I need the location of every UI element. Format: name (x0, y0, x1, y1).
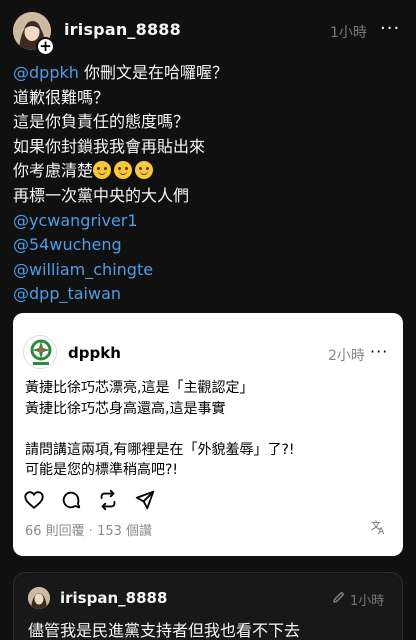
share-icon[interactable] (134, 489, 156, 513)
post-line: @dppkh 你刪文是在哈囉喔？ (13, 63, 228, 82)
mention-link[interactable]: @dpp_taiwan (13, 282, 403, 307)
author-avatar[interactable]: + (13, 12, 55, 56)
slightly-smiling-face-icon (114, 161, 133, 180)
quoted-actions-bar (23, 489, 156, 513)
mention-link[interactable]: @dppkh (13, 63, 79, 82)
quoted-post-card[interactable]: dppkh 2小時 ··· 黃捷比徐巧芯漂亮,這是「主觀認定」 黃捷比徐巧芯身高… (13, 313, 403, 556)
edited-pencil-icon (333, 591, 345, 603)
author-username[interactable]: irispan_8888 (64, 20, 181, 39)
quoted-line-blank (25, 419, 395, 440)
post-timestamp: 1小時 (330, 25, 367, 41)
quoted-line: 可能是您的標準稍高吧?! (25, 462, 179, 478)
reply-avatar[interactable] (28, 587, 50, 609)
like-icon[interactable] (23, 489, 45, 513)
quoted-post-stats[interactable]: 66 則回覆 · 153 個讚 (25, 520, 152, 539)
quoted-line: 黃捷比徐巧芯身高還高,這是事實 (25, 400, 226, 417)
svg-text:A: A (378, 527, 385, 535)
reply-body: 儘管我是民進黨支持者但我也看不下去 (28, 621, 301, 640)
mention-link[interactable]: @54wucheng (13, 233, 403, 258)
post-line: 道歉很難嗎？ (13, 87, 110, 107)
mention-link[interactable]: @ycwangriver1 (13, 209, 403, 234)
translate-icon[interactable]: 文A (371, 519, 387, 539)
quoted-post-body: 黃捷比徐巧芯漂亮,這是「主觀認定」 黃捷比徐巧芯身高還高,這是事實 請問講這兩項… (25, 378, 395, 481)
reply-author-username[interactable]: irispan_8888 (60, 589, 167, 607)
post-line: 再標一次黨中央的大人們 (13, 185, 190, 205)
post-body: @dppkh 你刪文是在哈囉喔？ 道歉很難嗎？ 這是你負責任的態度嗎？ 如果你封… (13, 61, 403, 307)
dpp-logo-avatar[interactable] (23, 335, 57, 369)
quoted-line: 黃捷比徐巧芯漂亮,這是「主觀認定」 (25, 380, 254, 396)
slightly-smiling-face-icon (93, 161, 112, 180)
reply-preview[interactable]: irispan_8888 1小時 儘管我是民進黨支持者但我也看不下去 (13, 572, 403, 640)
post-line: 你考慮清楚 (13, 159, 403, 184)
comment-icon[interactable] (60, 489, 82, 513)
reply-timestamp: 1小時 (350, 594, 385, 609)
repost-icon[interactable] (97, 489, 119, 513)
post-line: 如果你封鎖我我會再貼出來 (13, 136, 206, 156)
quoted-post-timestamp: 2小時 (328, 348, 365, 364)
post-line: 這是你負責任的態度嗎？ (13, 112, 190, 132)
mention-link[interactable]: @william_chingte (13, 258, 403, 283)
slightly-smiling-face-icon (135, 161, 154, 180)
quoted-line: 請問講這兩項,有哪裡是在「外貌羞辱」了?! (25, 441, 295, 458)
quoted-author-username[interactable]: dppkh (68, 344, 121, 362)
quoted-more-options-icon[interactable]: ··· (370, 342, 388, 361)
follow-plus-icon[interactable]: + (36, 37, 55, 56)
more-options-icon[interactable]: ··· (380, 18, 400, 39)
